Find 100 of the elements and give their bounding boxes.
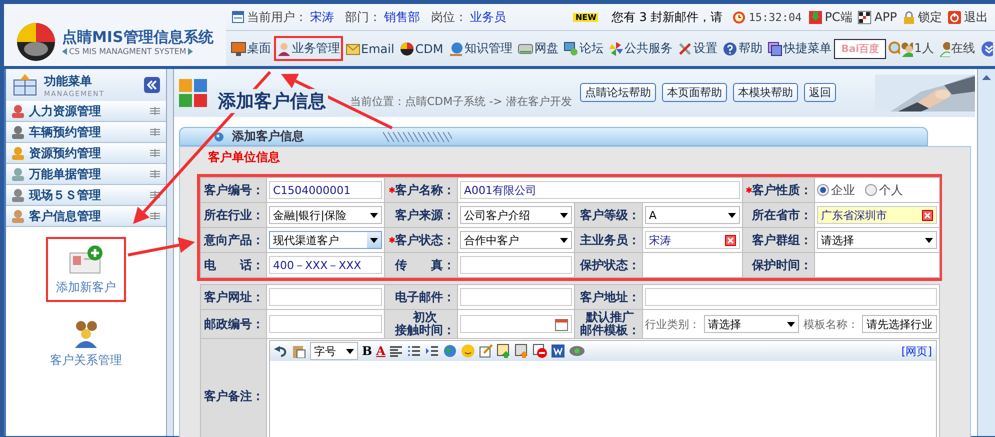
indent-icon[interactable]	[425, 344, 440, 358]
expand-icon[interactable]	[150, 128, 160, 136]
nav-item[interactable]: CDM	[397, 38, 446, 60]
sidebar-item[interactable]: 车辆预约管理	[6, 122, 166, 143]
file-upload-icon[interactable]	[515, 344, 530, 358]
calendar-icon[interactable]	[555, 318, 568, 330]
scrollbar[interactable]	[977, 69, 995, 436]
input-field[interactable]	[645, 288, 938, 306]
mail-notice[interactable]: 您有 3 封新邮件，请	[611, 8, 723, 26]
field-label: 所在行业：	[204, 208, 264, 222]
module-icon	[178, 78, 208, 108]
eye-icon[interactable]	[569, 344, 586, 358]
field-label: 保护时间：	[752, 258, 812, 272]
input-field[interactable]: 400－XXX－XXX	[269, 256, 382, 274]
scroll-up-icon[interactable]	[982, 75, 991, 80]
expand-icon[interactable]	[150, 149, 160, 157]
input-field[interactable]	[269, 315, 382, 333]
sidebar-shortcut[interactable]: 添加新客户	[46, 237, 126, 302]
input-field[interactable]: 宋涛	[645, 231, 740, 249]
position-name: 业务员	[470, 8, 506, 26]
sidebar-item[interactable]: 资源预约管理	[6, 143, 166, 164]
expand-icon[interactable]	[150, 191, 160, 199]
sidebar-item[interactable]: 客户信息管理	[6, 206, 166, 227]
input-field[interactable]	[269, 288, 382, 306]
nav-item[interactable]: 桌面	[228, 36, 274, 61]
input-field[interactable]: C1504000001	[269, 181, 382, 199]
person-icon	[277, 42, 291, 56]
header-link[interactable]: PC端	[824, 8, 852, 26]
collapse-button[interactable]	[144, 77, 160, 93]
search-icon[interactable]	[888, 40, 900, 56]
dropdown[interactable]: 公司客户介绍	[460, 206, 572, 224]
globe-icon[interactable]	[443, 344, 458, 358]
expand-icon[interactable]	[150, 107, 160, 115]
header-link[interactable]: 锁定	[918, 8, 942, 26]
sidebar-item[interactable]: 人力资源管理	[6, 101, 166, 122]
online-link[interactable]: 在线	[951, 40, 976, 57]
align-icon[interactable]	[389, 344, 404, 358]
dropdown[interactable]: 现代渠道客户	[269, 231, 382, 249]
dropdown[interactable]: 请选择	[817, 231, 938, 249]
smiley-icon[interactable]	[461, 344, 476, 358]
dropdown[interactable]: 请选择	[704, 315, 800, 333]
toolbar-button[interactable]: 点睛论坛帮助	[580, 83, 656, 102]
nav-item[interactable]: 论坛	[561, 36, 606, 61]
header-link[interactable]: 退出	[964, 8, 988, 26]
sidebar-item[interactable]: 现场５Ｓ管理	[6, 185, 166, 206]
new-badge: NEW	[573, 12, 598, 22]
nav-item[interactable]: Email	[343, 38, 398, 60]
field-label: 客户状态：	[395, 234, 455, 246]
font-size-dropdown[interactable]: 字号	[310, 342, 358, 360]
radio-option[interactable]: 个人	[865, 182, 904, 198]
nav-item[interactable]: 帮助	[720, 36, 766, 61]
dropdown[interactable]: 合作中客户	[460, 231, 572, 249]
input-field[interactable]	[460, 288, 572, 306]
toolbar-button[interactable]: 返回	[804, 83, 836, 102]
field-label: 客户等级：	[580, 208, 640, 222]
clear-icon[interactable]	[922, 210, 934, 220]
input-field[interactable]: 广东省深圳市	[817, 206, 938, 224]
nav-item[interactable]: 设置	[675, 36, 720, 61]
input-field[interactable]: A001有限公司	[460, 181, 740, 199]
expand-icon[interactable]	[150, 170, 160, 178]
nav-item[interactable]: 知识管理	[446, 36, 516, 61]
alarm-clock-icon	[732, 10, 746, 24]
header-link[interactable]: APP	[874, 10, 897, 24]
nav-item[interactable]: 公共服务	[606, 36, 676, 61]
toolbar-button[interactable]: 本页面帮助	[662, 83, 727, 102]
nav-item[interactable]: 网盘	[515, 36, 562, 61]
dropdown[interactable]: 请先选择行业	[862, 315, 938, 333]
expand-icon[interactable]	[150, 212, 160, 220]
sidebar-item[interactable]: 万能单据管理	[6, 164, 166, 185]
splitter[interactable]	[167, 69, 174, 436]
sidebar-shortcut[interactable]: 客户关系管理	[40, 310, 132, 375]
undo-icon[interactable]	[274, 344, 288, 358]
mode-link[interactable]: [网页]	[901, 344, 932, 358]
list-icon[interactable]	[407, 344, 422, 358]
chevron-down-icon[interactable]	[981, 40, 993, 56]
nav-item[interactable]: 业务管理	[274, 36, 343, 61]
caret-icon	[560, 238, 568, 242]
document-icon[interactable]	[551, 344, 566, 358]
bold-button[interactable]: B	[362, 344, 372, 358]
radio-option[interactable]: 企业	[817, 182, 856, 198]
field-label: 客户名称：	[395, 184, 455, 196]
image-upload-icon[interactable]	[497, 344, 512, 358]
help-icon	[723, 42, 738, 56]
field-label: 主业务员：	[580, 234, 640, 246]
department-label: 部门：	[345, 8, 381, 26]
delete-icon[interactable]	[533, 344, 548, 358]
pinwheel-icon	[609, 42, 624, 56]
edit-icon[interactable]	[479, 344, 494, 358]
nav-item[interactable]: 快捷菜单	[765, 36, 834, 61]
input-field[interactable]	[460, 256, 572, 274]
user-label: 当前用户：	[247, 8, 307, 26]
text-color-button[interactable]: A	[376, 344, 386, 358]
dropdown[interactable]: 金融|银行|保险	[269, 206, 382, 224]
dropdown[interactable]: A	[645, 206, 740, 224]
clear-icon[interactable]	[725, 234, 736, 246]
date-field[interactable]	[460, 315, 572, 333]
add-card-icon	[69, 245, 103, 275]
clipboard-icon[interactable]	[292, 344, 306, 358]
toolbar-button[interactable]: 本模块帮助	[732, 83, 798, 102]
rich-text-editor[interactable]: 字号 B A [网页]	[269, 340, 938, 437]
